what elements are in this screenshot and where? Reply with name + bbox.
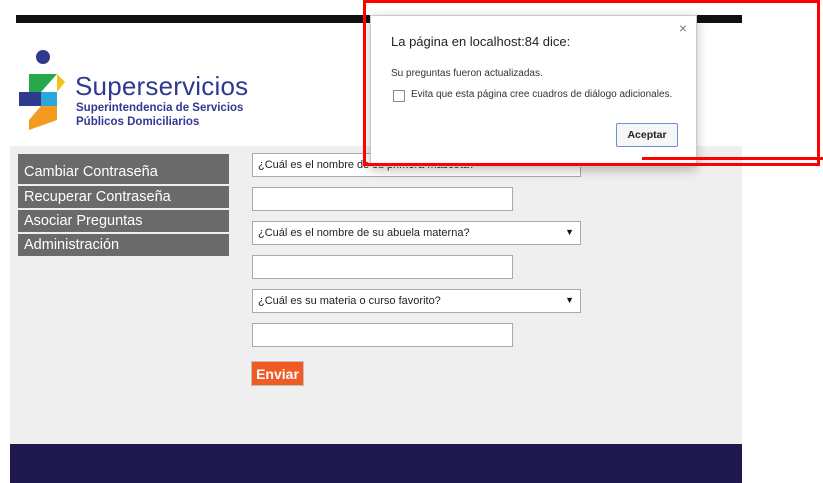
highlight-box-right-edge: [817, 0, 820, 166]
highlight-underline: [642, 157, 823, 160]
suppress-dialogs-label[interactable]: Evita que esta página cree cuadros de di…: [411, 89, 672, 100]
superservicios-emblem-icon: [19, 50, 65, 130]
menu-item-asociar-preguntas[interactable]: Asociar Preguntas: [18, 210, 229, 234]
question3-selected-value: ¿Cuál es su materia o curso favorito?: [258, 295, 441, 307]
answer1-input[interactable]: [252, 187, 513, 211]
answer3-input[interactable]: [252, 323, 513, 347]
footer-bar: [10, 444, 742, 483]
dialog-message: Su preguntas fueron actualizadas.: [391, 68, 543, 79]
superservicios-logo: Superservicios Superintendencia de Servi…: [17, 48, 267, 132]
menu-item-administracion[interactable]: Administración: [18, 234, 229, 258]
answer2-input[interactable]: [252, 255, 513, 279]
suppress-dialogs-checkbox[interactable]: [393, 90, 405, 102]
menu-item-label: Recuperar Contraseña: [24, 189, 171, 205]
alert-dialog: La página en localhost:84 dice: × Su pre…: [370, 15, 697, 167]
question3-select[interactable]: ¿Cuál es su materia o curso favorito? ▼: [252, 289, 581, 313]
dropdown-arrow-icon: ▼: [565, 227, 574, 237]
submit-button[interactable]: Enviar: [252, 362, 303, 385]
question2-select[interactable]: ¿Cuál es el nombre de su abuela materna?…: [252, 221, 581, 245]
close-icon[interactable]: ×: [679, 20, 687, 36]
menu-item-recuperar-contrasena[interactable]: Recuperar Contraseña: [18, 186, 229, 210]
dropdown-arrow-icon: ▼: [565, 295, 574, 305]
menu-item-label: Cambiar Contraseña: [24, 164, 158, 180]
menu-item-label: Administración: [24, 237, 120, 253]
ok-button[interactable]: Aceptar: [616, 123, 678, 147]
brand-name: Superservicios: [75, 71, 249, 101]
brand-subtitle-line2: Públicos Domiciliarios: [76, 116, 200, 128]
menu-item-label: Asociar Preguntas: [24, 213, 143, 229]
dialog-title: La página en localhost:84 dice:: [391, 34, 571, 49]
brand-subtitle-line1: Superintendencia de Servicios: [76, 102, 244, 114]
question2-selected-value: ¿Cuál es el nombre de su abuela materna?: [258, 227, 470, 239]
menu-item-cambiar-contrasena[interactable]: Cambiar Contraseña: [18, 154, 229, 186]
side-menu: Cambiar Contraseña Recuperar Contraseña …: [18, 154, 229, 258]
